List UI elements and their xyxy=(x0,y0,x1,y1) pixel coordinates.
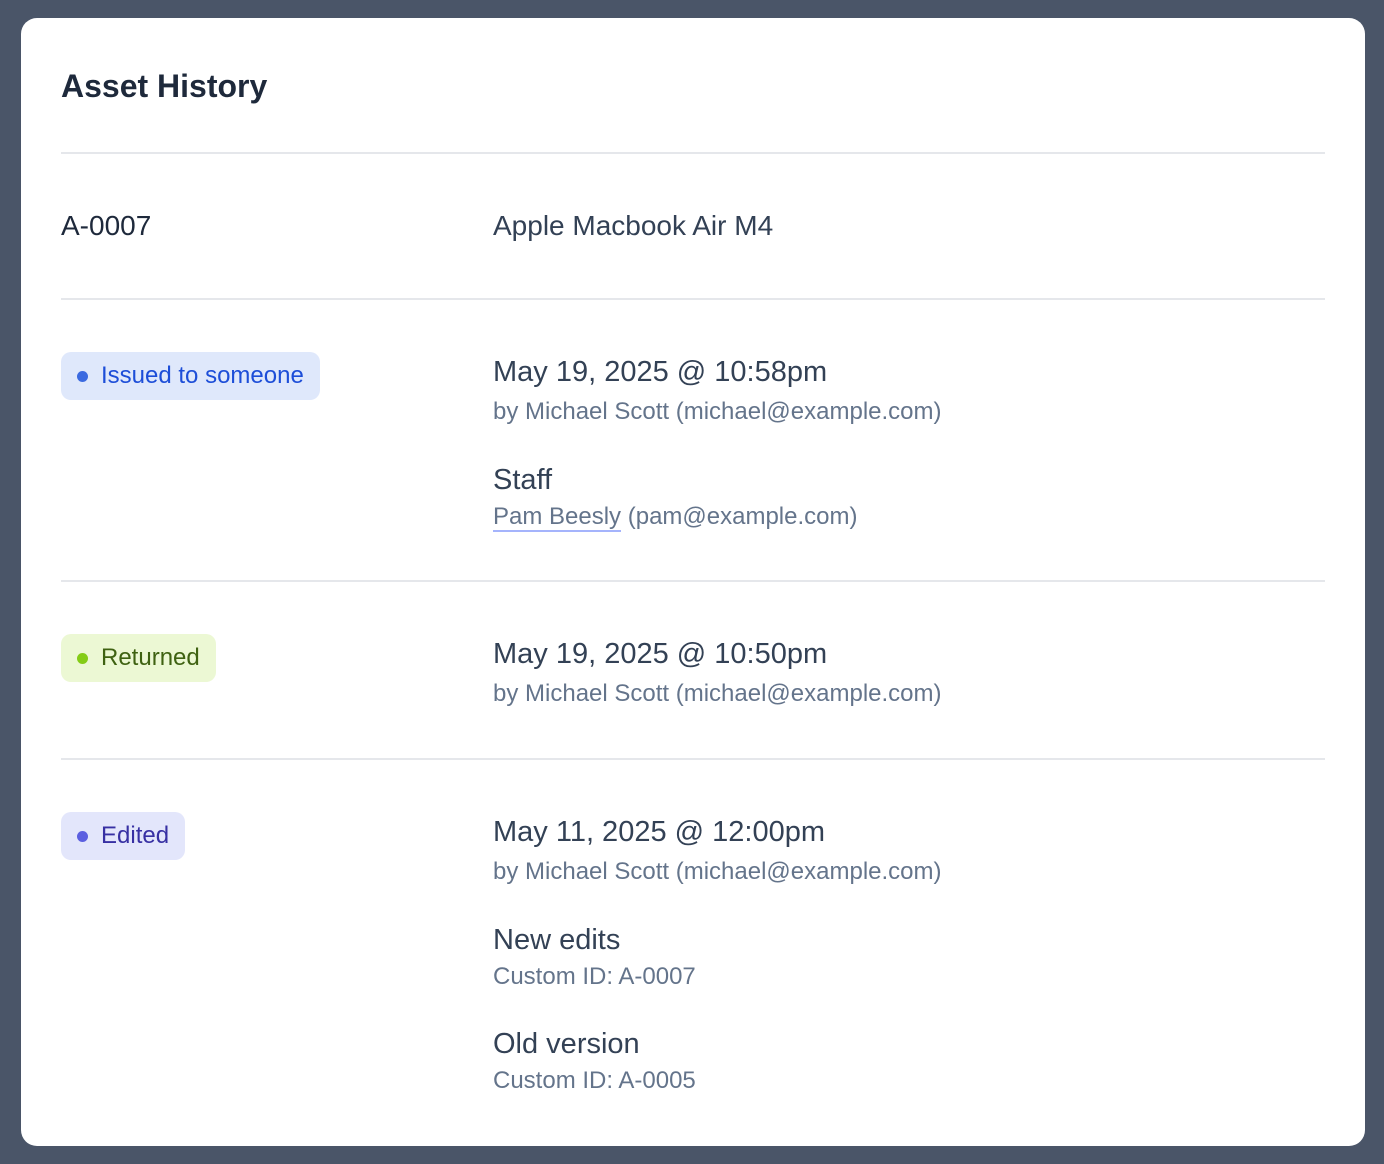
staff-info: Pam Beesly (pam@example.com) xyxy=(493,500,1325,534)
status-badge-issued: Issued to someone xyxy=(61,352,320,400)
entry-timestamp: May 19, 2025 @ 10:50pm xyxy=(493,638,828,670)
new-edits-label: New edits xyxy=(493,924,621,956)
entry-author: by Michael Scott (michael@example.com) xyxy=(493,680,942,707)
status-badge-label: Issued to someone xyxy=(101,362,304,389)
asset-history-card: Asset History A-0007 Apple Macbook Air M… xyxy=(21,18,1365,1146)
staff-name-link[interactable]: Pam Beesly xyxy=(493,503,622,532)
staff-label: Staff xyxy=(493,464,553,496)
status-badge-label: Edited xyxy=(101,822,170,849)
asset-row: A-0007 Apple Macbook Air M4 xyxy=(61,154,1325,300)
history-entry-edited: Edited May 11, 2025 @ 12:00pm by Michael… xyxy=(61,760,1325,1098)
status-dot xyxy=(77,830,88,842)
entry-author: by Michael Scott (michael@example.com) xyxy=(493,398,942,425)
status-dot xyxy=(77,652,88,664)
asset-name: Apple Macbook Air M4 xyxy=(493,210,774,241)
entry-timestamp: May 19, 2025 @ 10:58pm xyxy=(493,356,828,388)
entry-author: by Michael Scott (michael@example.com) xyxy=(493,858,942,885)
status-badge-edited: Edited xyxy=(61,812,186,860)
history-entry-returned: Returned May 19, 2025 @ 10:50pm by Micha… xyxy=(61,582,1325,760)
history-entry-issued: Issued to someone May 19, 2025 @ 10:58pm… xyxy=(61,300,1325,582)
old-version-label: Old version xyxy=(493,1028,640,1060)
status-badge-returned: Returned xyxy=(61,634,216,682)
staff-email: (pam@example.com) xyxy=(621,503,858,530)
new-edits-value: Custom ID: A-0007 xyxy=(493,963,696,990)
page-title: Asset History xyxy=(61,18,1325,154)
status-dot xyxy=(77,370,88,382)
old-version-value: Custom ID: A-0005 xyxy=(493,1067,696,1094)
status-badge-label: Returned xyxy=(101,644,200,671)
asset-id: A-0007 xyxy=(61,210,152,241)
entry-timestamp: May 11, 2025 @ 12:00pm xyxy=(493,816,825,848)
